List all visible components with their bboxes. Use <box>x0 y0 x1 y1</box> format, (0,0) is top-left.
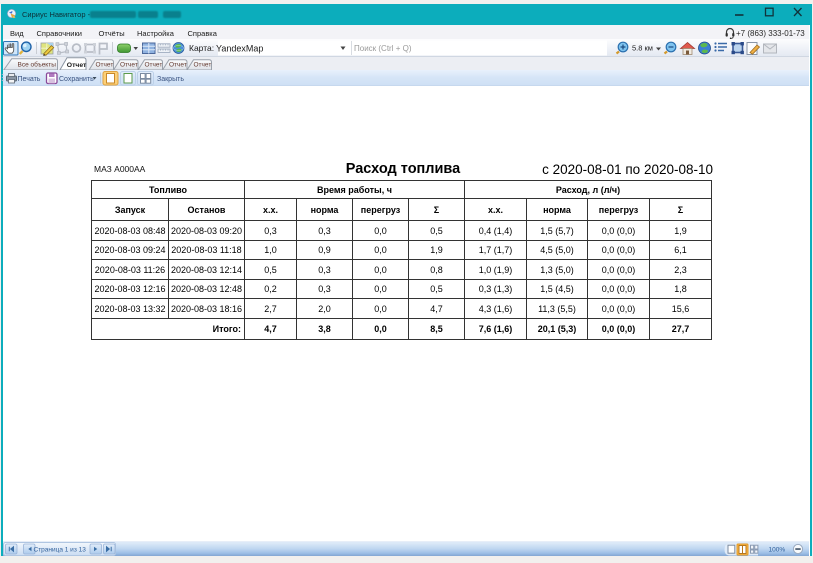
svg-text:Сохранить: Сохранить <box>59 76 94 83</box>
svg-text:Отчет: Отчет <box>169 62 187 69</box>
svg-text:Карта:: Карта: <box>189 43 214 53</box>
svg-text:Отчет: Отчет <box>145 62 163 69</box>
svg-text:Отчет: Отчет <box>96 62 114 69</box>
svg-text:Все объекты: Все объекты <box>18 61 57 69</box>
svg-text:Закрыть: Закрыть <box>157 76 184 83</box>
svg-text:Печать: Печать <box>18 76 41 83</box>
svg-text:Отчет: Отчет <box>120 62 138 69</box>
svg-text:Поиск (Ctrl + Q): Поиск (Ctrl + Q) <box>354 44 412 53</box>
svg-text:100%: 100% <box>769 547 786 554</box>
svg-text:5.8 км: 5.8 км <box>632 44 653 53</box>
svg-text:Отчет: Отчет <box>67 62 87 69</box>
svg-text:Страница 1 из 13: Страница 1 из 13 <box>34 547 87 554</box>
svg-text:YandexMap: YandexMap <box>216 44 263 54</box>
svg-text:Отчет: Отчет <box>194 62 212 69</box>
